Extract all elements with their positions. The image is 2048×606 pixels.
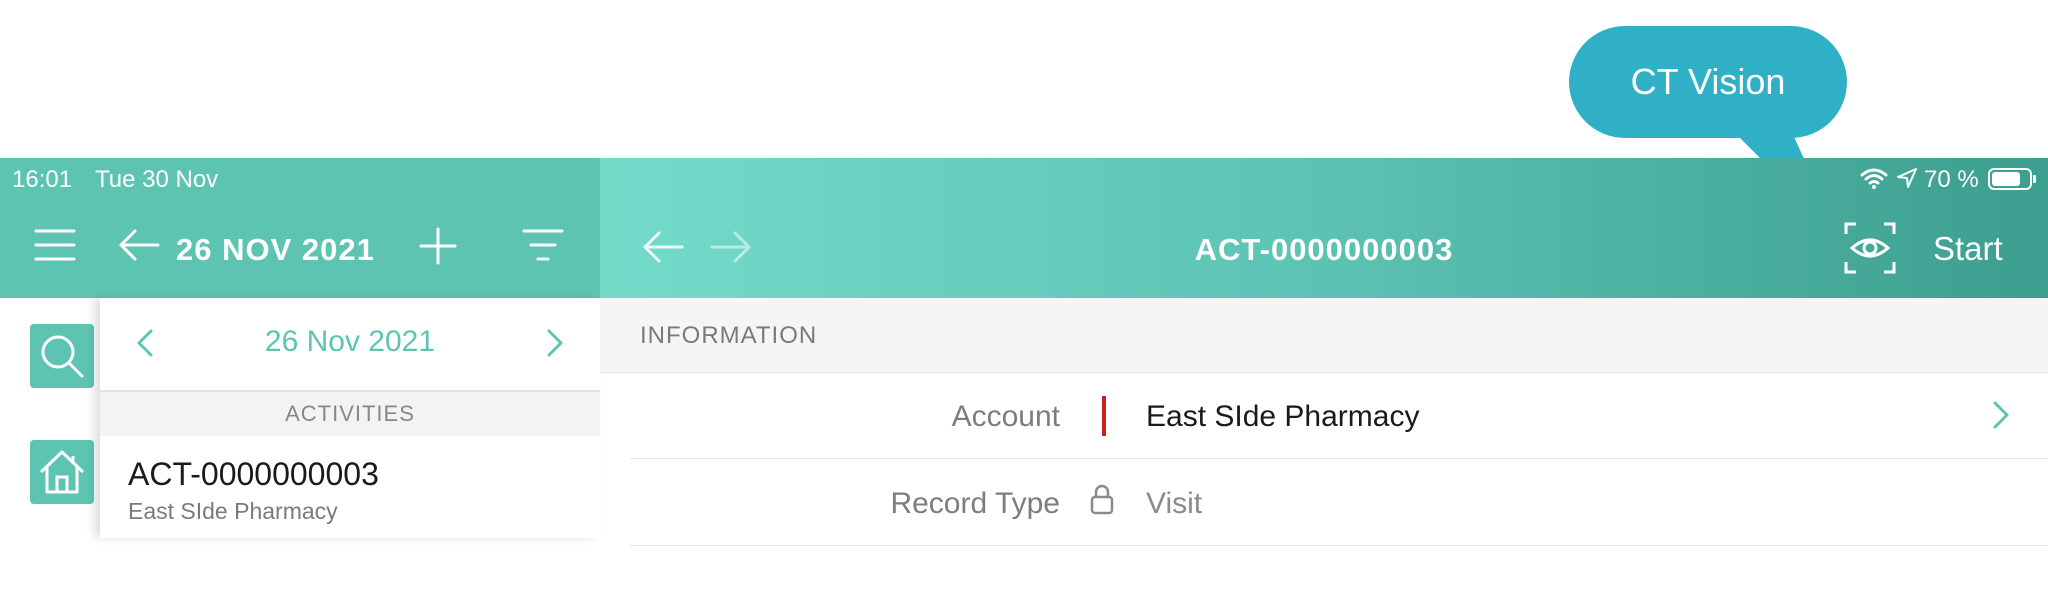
battery-percent: 70 % xyxy=(1924,166,1979,193)
home-icon xyxy=(39,450,85,494)
activity-list-panel: 26 Nov 2021 ACTIVITIES ACT-0000000003 Ea… xyxy=(100,298,600,538)
home-button[interactable] xyxy=(30,440,94,504)
search-button[interactable] xyxy=(30,324,94,388)
lock-icon xyxy=(1090,484,1114,515)
record-type-value: Visit xyxy=(1146,487,1203,520)
record-title: ACT-0000000003 xyxy=(1194,232,1454,267)
right-navigation-bar: ACT-0000000003 70 % Start xyxy=(600,158,2048,298)
next-date-icon[interactable] xyxy=(546,328,564,358)
ct-vision-tooltip: CT Vision xyxy=(1569,26,1847,138)
left-nav-title: 26 NOV 2021 xyxy=(176,232,375,267)
record-type-row: Record Type Visit xyxy=(600,459,2048,545)
start-button[interactable]: Start xyxy=(1933,230,2003,268)
filter-icon[interactable] xyxy=(522,228,564,262)
account-label: Account xyxy=(951,400,1060,433)
tooltip-text: CT Vision xyxy=(1630,61,1786,102)
list-item-subtitle: East SIde Pharmacy xyxy=(128,498,338,524)
add-icon[interactable] xyxy=(418,226,458,266)
row-divider xyxy=(630,545,2048,546)
information-title: INFORMATION xyxy=(640,322,818,349)
list-item-title: ACT-0000000003 xyxy=(128,456,379,492)
account-value: East SIde Pharmacy xyxy=(1146,400,1420,433)
status-date: Tue 30 Nov xyxy=(95,166,219,193)
location-icon xyxy=(1897,168,1917,188)
left-navigation-bar: 16:01 Tue 30 Nov 26 NOV 2021 xyxy=(0,158,600,298)
required-marker xyxy=(1102,396,1106,436)
activities-section-header: ACTIVITIES xyxy=(100,390,600,436)
back-arrow-icon[interactable] xyxy=(118,228,162,262)
selected-date[interactable]: 26 Nov 2021 xyxy=(100,325,600,359)
wifi-icon xyxy=(1860,168,1888,189)
ct-vision-eye-icon[interactable] xyxy=(1844,222,1896,274)
information-section-header: INFORMATION xyxy=(600,298,2048,373)
record-type-label: Record Type xyxy=(890,487,1060,520)
status-time: 16:01 xyxy=(12,166,73,193)
menu-icon[interactable] xyxy=(34,228,76,262)
search-icon xyxy=(41,335,84,378)
chevron-right-icon[interactable] xyxy=(1992,400,2010,430)
battery-icon xyxy=(1988,168,2036,190)
list-item[interactable]: ACT-0000000003 East SIde Pharmacy xyxy=(100,436,600,538)
account-row[interactable]: Account East SIde Pharmacy xyxy=(600,372,2048,458)
